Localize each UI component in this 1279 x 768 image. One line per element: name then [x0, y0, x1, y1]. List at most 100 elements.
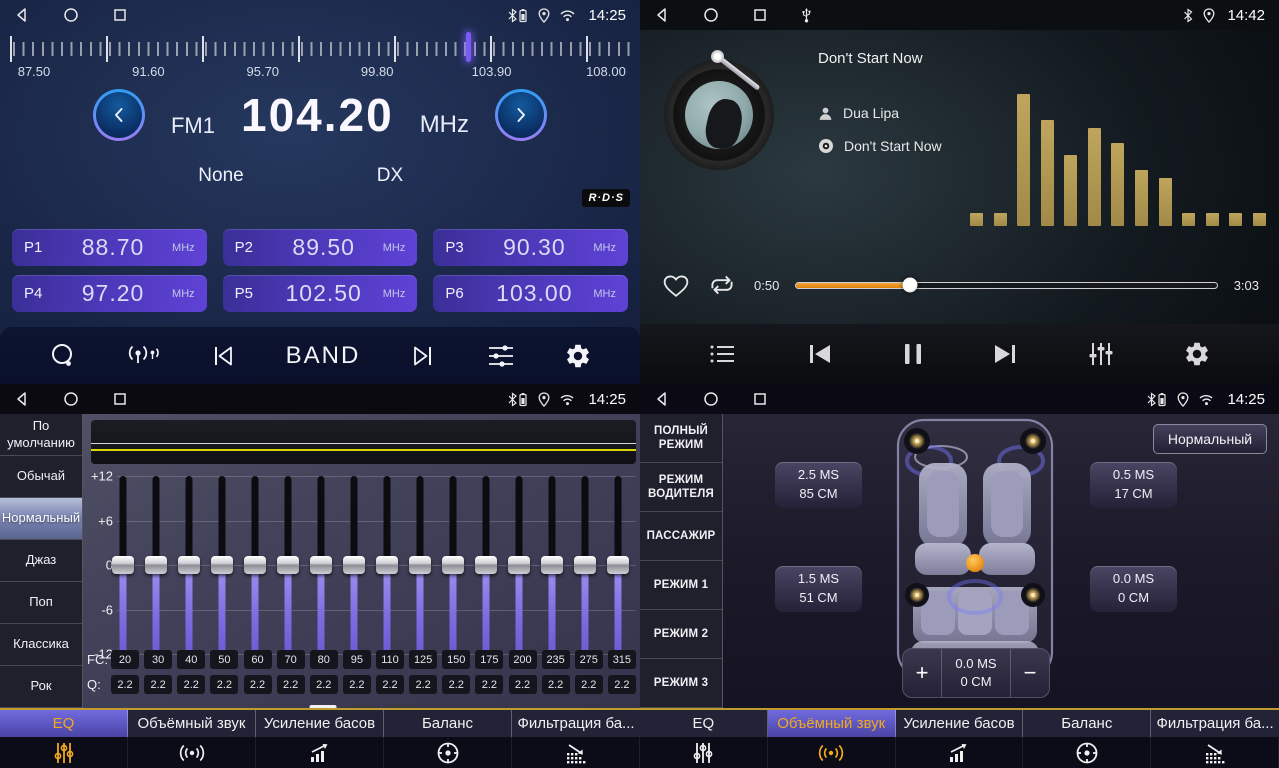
band-button[interactable]: BAND: [286, 342, 361, 370]
progress-thumb[interactable]: [902, 278, 917, 293]
tab-bass-boost[interactable]: Усиление басов: [256, 710, 384, 768]
q-value[interactable]: 2.2: [111, 675, 139, 694]
fc-value[interactable]: 150: [442, 650, 470, 669]
q-value[interactable]: 2.2: [177, 675, 205, 694]
recents-icon[interactable]: [112, 7, 128, 23]
eq-preset-pop[interactable]: Поп: [0, 582, 82, 624]
q-value[interactable]: 2.2: [409, 675, 437, 694]
eq-preset-rock[interactable]: Рок: [0, 666, 82, 708]
fc-value[interactable]: 30: [144, 650, 172, 669]
q-value[interactable]: 2.2: [310, 675, 338, 694]
eq-band-slider[interactable]: [606, 476, 630, 654]
eq-band-slider[interactable]: [507, 476, 531, 654]
fc-value[interactable]: 95: [343, 650, 371, 669]
eq-band-slider[interactable]: [144, 476, 168, 654]
fc-value[interactable]: 40: [177, 650, 205, 669]
eq-band-slider[interactable]: [474, 476, 498, 654]
tab-balance[interactable]: Баланс: [384, 710, 512, 768]
settings-gear-icon[interactable]: [1183, 340, 1211, 368]
slider-thumb[interactable]: [277, 556, 299, 574]
eq-band-slider[interactable]: [375, 476, 399, 654]
eq-preset-normal[interactable]: Нормальный: [0, 498, 82, 540]
eq-band-slider[interactable]: [540, 476, 564, 654]
delay-front-right[interactable]: 0.5 MS17 CM: [1090, 462, 1177, 508]
fc-value[interactable]: 70: [277, 650, 305, 669]
q-value[interactable]: 2.2: [210, 675, 238, 694]
delay-rear-left[interactable]: 1.5 MS51 CM: [775, 566, 862, 612]
frequency-scale[interactable]: 87.50 91.60 95.70 99.80 103.90 108.00: [10, 34, 630, 80]
recents-icon[interactable]: [752, 391, 768, 407]
tab-eq[interactable]: EQ: [0, 710, 128, 768]
slider-thumb[interactable]: [145, 556, 167, 574]
fc-value[interactable]: 315: [608, 650, 636, 669]
q-value[interactable]: 2.2: [542, 675, 570, 694]
mode-driver[interactable]: РЕЖИМ ВОДИТЕЛЯ: [640, 463, 722, 512]
previous-station-icon[interactable]: [208, 344, 238, 368]
q-value[interactable]: 2.2: [608, 675, 636, 694]
fc-value[interactable]: 200: [509, 650, 537, 669]
back-icon[interactable]: [654, 391, 670, 407]
q-value[interactable]: 2.2: [343, 675, 371, 694]
eq-preset-custom[interactable]: Обычай: [0, 456, 82, 498]
mode-1[interactable]: РЕЖИМ 1: [640, 561, 722, 610]
progress-bar[interactable]: [795, 282, 1217, 289]
tab-surround[interactable]: Объёмный звук: [128, 710, 256, 768]
mode-3[interactable]: РЕЖИМ 3: [640, 659, 722, 708]
eq-band-slider[interactable]: [111, 476, 135, 654]
eq-preset-default[interactable]: По умолчанию: [0, 414, 82, 456]
repeat-icon[interactable]: [706, 272, 738, 298]
back-icon[interactable]: [654, 7, 670, 23]
preset-button-p1[interactable]: P188.70MHz: [12, 229, 207, 266]
q-value[interactable]: 2.2: [277, 675, 305, 694]
eq-preset-jazz[interactable]: Джаз: [0, 540, 82, 582]
eq-band-slider[interactable]: [441, 476, 465, 654]
slider-thumb[interactable]: [112, 556, 134, 574]
fc-value[interactable]: 275: [575, 650, 603, 669]
favorite-heart-icon[interactable]: [662, 273, 690, 298]
eq-band-slider[interactable]: [408, 476, 432, 654]
slider-thumb[interactable]: [475, 556, 497, 574]
eq-band-slider[interactable]: [276, 476, 300, 654]
preset-button-p3[interactable]: P390.30MHz: [433, 229, 628, 266]
q-value[interactable]: 2.2: [144, 675, 172, 694]
eq-band-slider[interactable]: [342, 476, 366, 654]
fc-value[interactable]: 175: [475, 650, 503, 669]
mode-full[interactable]: ПОЛНЫЙ РЕЖИМ: [640, 414, 722, 463]
previous-track-icon[interactable]: [806, 342, 834, 366]
next-station-icon[interactable]: [408, 344, 438, 368]
q-value[interactable]: 2.2: [475, 675, 503, 694]
tune-up-button[interactable]: [495, 89, 547, 141]
home-icon[interactable]: [703, 7, 719, 23]
eq-preset-classic[interactable]: Классика: [0, 624, 82, 666]
home-icon[interactable]: [63, 7, 79, 23]
pause-icon[interactable]: [902, 342, 924, 366]
q-value[interactable]: 2.2: [244, 675, 272, 694]
fc-value[interactable]: 50: [210, 650, 238, 669]
mode-2[interactable]: РЕЖИМ 2: [640, 610, 722, 659]
back-icon[interactable]: [14, 7, 30, 23]
settings-gear-icon[interactable]: [564, 342, 592, 370]
slider-thumb[interactable]: [178, 556, 200, 574]
slider-thumb[interactable]: [574, 556, 596, 574]
tune-down-button[interactable]: [93, 89, 145, 141]
increase-delay-button[interactable]: +: [903, 649, 941, 697]
delay-front-left[interactable]: 2.5 MS85 CM: [775, 462, 862, 508]
equalizer-icon[interactable]: [1087, 341, 1115, 367]
tab-balance[interactable]: Баланс: [1023, 710, 1151, 768]
recents-icon[interactable]: [112, 391, 128, 407]
tab-eq[interactable]: EQ: [640, 710, 768, 768]
profile-button[interactable]: Нормальный: [1153, 424, 1267, 454]
slider-thumb[interactable]: [310, 556, 332, 574]
preset-button-p5[interactable]: P5102.50MHz: [223, 275, 418, 312]
fc-value[interactable]: 125: [409, 650, 437, 669]
fc-value[interactable]: 235: [542, 650, 570, 669]
scan-icon[interactable]: [48, 342, 78, 370]
slider-thumb[interactable]: [442, 556, 464, 574]
eq-band-slider[interactable]: [573, 476, 597, 654]
slider-thumb[interactable]: [541, 556, 563, 574]
slider-thumb[interactable]: [376, 556, 398, 574]
eq-band-slider[interactable]: [210, 476, 234, 654]
slider-thumb[interactable]: [211, 556, 233, 574]
slider-thumb[interactable]: [409, 556, 431, 574]
slider-thumb[interactable]: [244, 556, 266, 574]
